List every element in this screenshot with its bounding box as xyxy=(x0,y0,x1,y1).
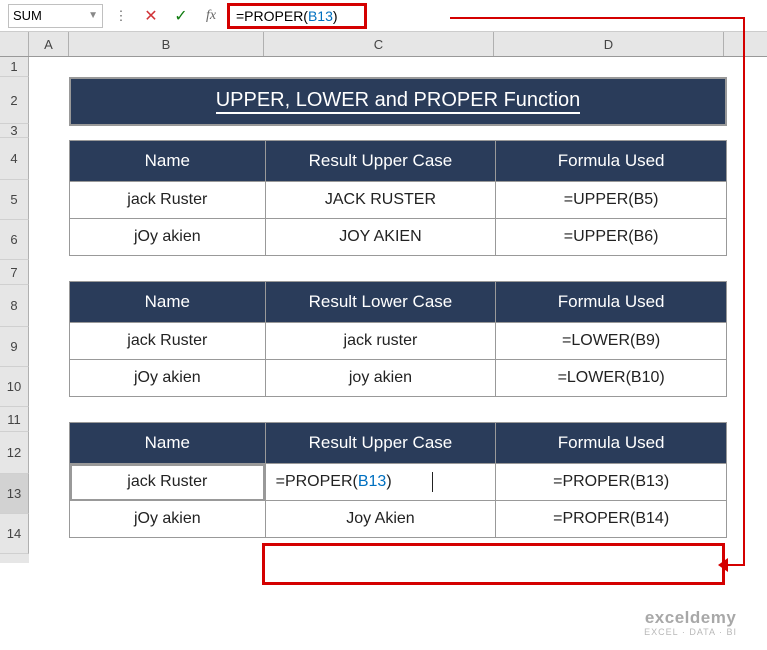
confirm-icon[interactable]: ✓ xyxy=(171,6,191,26)
cell-b9[interactable]: jack Ruster xyxy=(70,323,266,360)
title-cell[interactable]: UPPER, LOWER and PROPER Function xyxy=(69,77,727,126)
row-header-6[interactable]: 6 xyxy=(0,220,29,260)
cell-b13[interactable]: jack Ruster xyxy=(70,464,266,501)
table-row: jack Ruster =PROPER(B13) =PROPER(B13) xyxy=(70,464,727,501)
cell-d5[interactable]: =UPPER(B5) xyxy=(496,182,727,219)
watermark-sub: EXCEL · DATA · BI xyxy=(644,628,737,638)
column-header-c[interactable]: C xyxy=(264,32,494,56)
cell-b14[interactable]: jOy akien xyxy=(70,501,266,538)
cell-d10[interactable]: =LOWER(B10) xyxy=(496,360,727,397)
header-name[interactable]: Name xyxy=(70,423,266,464)
row-header-13[interactable]: 13 xyxy=(0,474,29,514)
column-header-b[interactable]: B xyxy=(69,32,264,56)
cell-c9[interactable]: jack ruster xyxy=(265,323,496,360)
row-header-1[interactable]: 1 xyxy=(0,57,29,77)
row-header-3[interactable]: 3 xyxy=(0,124,29,138)
watermark: exceldemy EXCEL · DATA · BI xyxy=(644,609,737,638)
cell-d6[interactable]: =UPPER(B6) xyxy=(496,219,727,256)
cell-b5[interactable]: jack Ruster xyxy=(70,182,266,219)
watermark-brand: exceldemy xyxy=(644,609,737,628)
title-text: UPPER, LOWER and PROPER Function xyxy=(216,89,581,114)
header-formula[interactable]: Formula Used xyxy=(496,141,727,182)
row-header-7[interactable]: 7 xyxy=(0,260,29,285)
cell-c6[interactable]: JOY AKIEN xyxy=(265,219,496,256)
formula-input-highlight: =PROPER(B13) xyxy=(227,3,367,29)
row-header-14[interactable]: 14 xyxy=(0,514,29,554)
name-box-value: SUM xyxy=(13,8,42,23)
fx-icon[interactable]: fx xyxy=(201,6,221,26)
header-result[interactable]: Result Lower Case xyxy=(265,282,496,323)
arrow-annotation xyxy=(725,564,745,566)
table-row: jack Ruster jack ruster =LOWER(B9) xyxy=(70,323,727,360)
proper-table: Name Result Upper Case Formula Used jack… xyxy=(69,422,727,538)
table-row: jOy akien joy akien =LOWER(B10) xyxy=(70,360,727,397)
table-row: jack Ruster JACK RUSTER =UPPER(B5) xyxy=(70,182,727,219)
row-header-2[interactable]: 2 xyxy=(0,77,29,124)
row-headers: 1 2 3 4 5 6 7 8 9 10 11 12 13 14 xyxy=(0,57,29,563)
column-header-d[interactable]: D xyxy=(494,32,724,56)
cell-d9[interactable]: =LOWER(B9) xyxy=(496,323,727,360)
cancel-icon[interactable]: ✕ xyxy=(141,6,161,26)
sheet-content: UPPER, LOWER and PROPER Function Name Re… xyxy=(29,57,767,563)
row-header-8[interactable]: 8 xyxy=(0,285,29,327)
header-formula[interactable]: Formula Used xyxy=(496,282,727,323)
formula-bar: SUM ▼ ⋮ ✕ ✓ fx =PROPER(B13) xyxy=(0,0,767,32)
formula-bar-controls: ⋮ ✕ ✓ fx xyxy=(111,6,221,26)
table-row: jOy akien JOY AKIEN =UPPER(B6) xyxy=(70,219,727,256)
select-all-corner[interactable] xyxy=(0,32,29,56)
header-formula[interactable]: Formula Used xyxy=(496,423,727,464)
cell-d13[interactable]: =PROPER(B13) xyxy=(496,464,727,501)
name-box[interactable]: SUM ▼ xyxy=(8,4,103,28)
column-header-a[interactable]: A xyxy=(29,32,69,56)
divider-icon: ⋮ xyxy=(111,6,131,26)
cell-c5[interactable]: JACK RUSTER xyxy=(265,182,496,219)
cell-c14[interactable]: Joy Akien xyxy=(265,501,496,538)
upper-table: Name Result Upper Case Formula Used jack… xyxy=(69,140,727,256)
arrow-annotation xyxy=(450,17,745,19)
cell-b6[interactable]: jOy akien xyxy=(70,219,266,256)
row-header-10[interactable]: 10 xyxy=(0,367,29,407)
row-header-11[interactable]: 11 xyxy=(0,407,29,432)
header-name[interactable]: Name xyxy=(70,282,266,323)
header-result[interactable]: Result Upper Case xyxy=(265,423,496,464)
cell-d14[interactable]: =PROPER(B14) xyxy=(496,501,727,538)
row-header-5[interactable]: 5 xyxy=(0,180,29,220)
cell-c10[interactable]: joy akien xyxy=(265,360,496,397)
header-name[interactable]: Name xyxy=(70,141,266,182)
header-result[interactable]: Result Upper Case xyxy=(265,141,496,182)
chevron-down-icon[interactable]: ▼ xyxy=(88,10,98,21)
formula-input[interactable]: =PROPER(B13) xyxy=(236,8,338,24)
arrow-annotation xyxy=(743,17,745,564)
row-header-4[interactable]: 4 xyxy=(0,138,29,180)
table-row: jOy akien Joy Akien =PROPER(B14) xyxy=(70,501,727,538)
row-header-9[interactable]: 9 xyxy=(0,327,29,367)
column-headers: A B C D xyxy=(0,32,767,57)
cell-b10[interactable]: jOy akien xyxy=(70,360,266,397)
cell-c13-editing[interactable]: =PROPER(B13) xyxy=(265,464,496,501)
arrow-head-icon xyxy=(718,558,728,572)
lower-table: Name Result Lower Case Formula Used jack… xyxy=(69,281,727,397)
row-header-12[interactable]: 12 xyxy=(0,432,29,474)
